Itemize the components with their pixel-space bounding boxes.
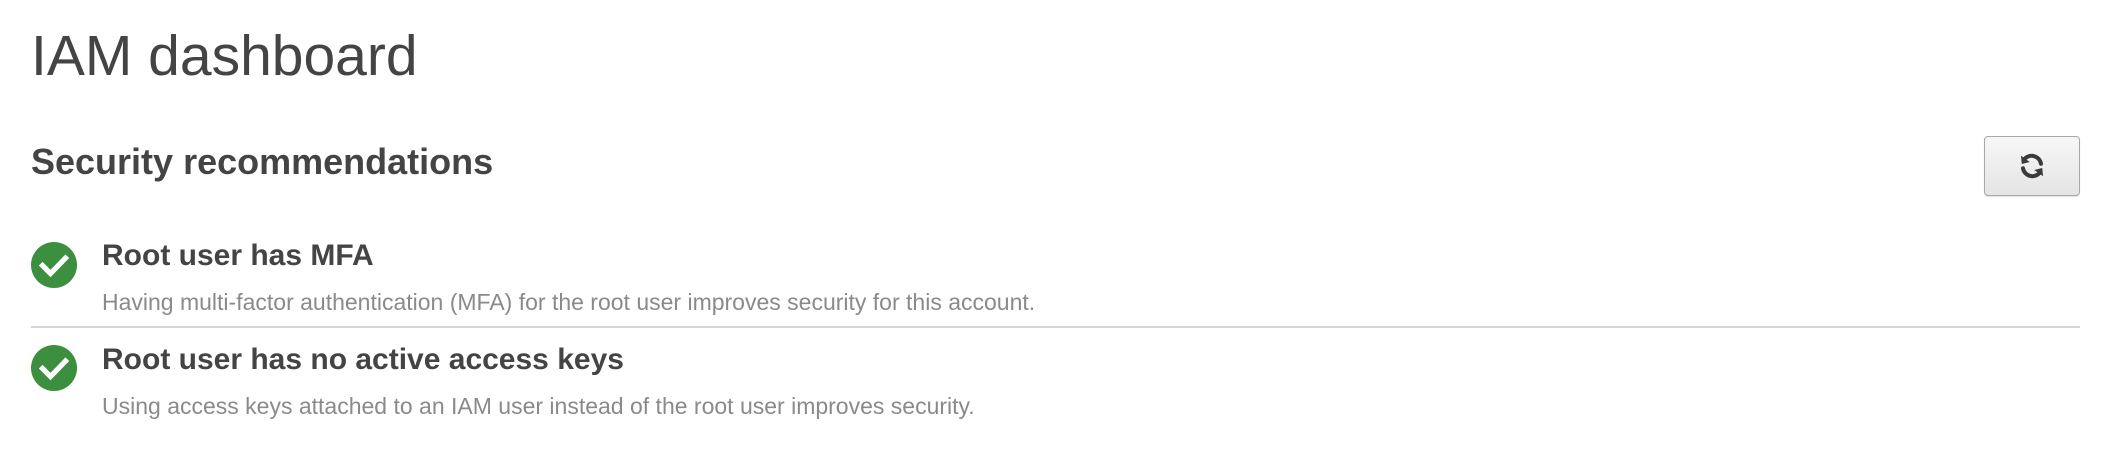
security-recommendations-title: Security recommendations <box>31 141 494 182</box>
recommendation-item: Root user has MFA Having multi-factor au… <box>31 226 2080 326</box>
recommendation-item: Root user has no active access keys Usin… <box>31 326 2080 431</box>
iam-dashboard-page: IAM dashboard Security recommendations R… <box>31 0 2080 461</box>
recommendation-title: Root user has MFA <box>102 239 374 272</box>
recommendation-title: Root user has no active access keys <box>102 343 624 376</box>
security-recommendations-list: Root user has MFA Having multi-factor au… <box>31 226 2080 431</box>
page-title: IAM dashboard <box>31 24 418 88</box>
refresh-icon <box>2017 151 2047 181</box>
refresh-button[interactable] <box>1984 136 2080 196</box>
check-circle-icon <box>31 345 77 391</box>
check-circle-icon <box>31 242 77 288</box>
recommendation-description: Having multi-factor authentication (MFA)… <box>102 289 1036 315</box>
recommendation-description: Using access keys attached to an IAM use… <box>102 393 975 419</box>
